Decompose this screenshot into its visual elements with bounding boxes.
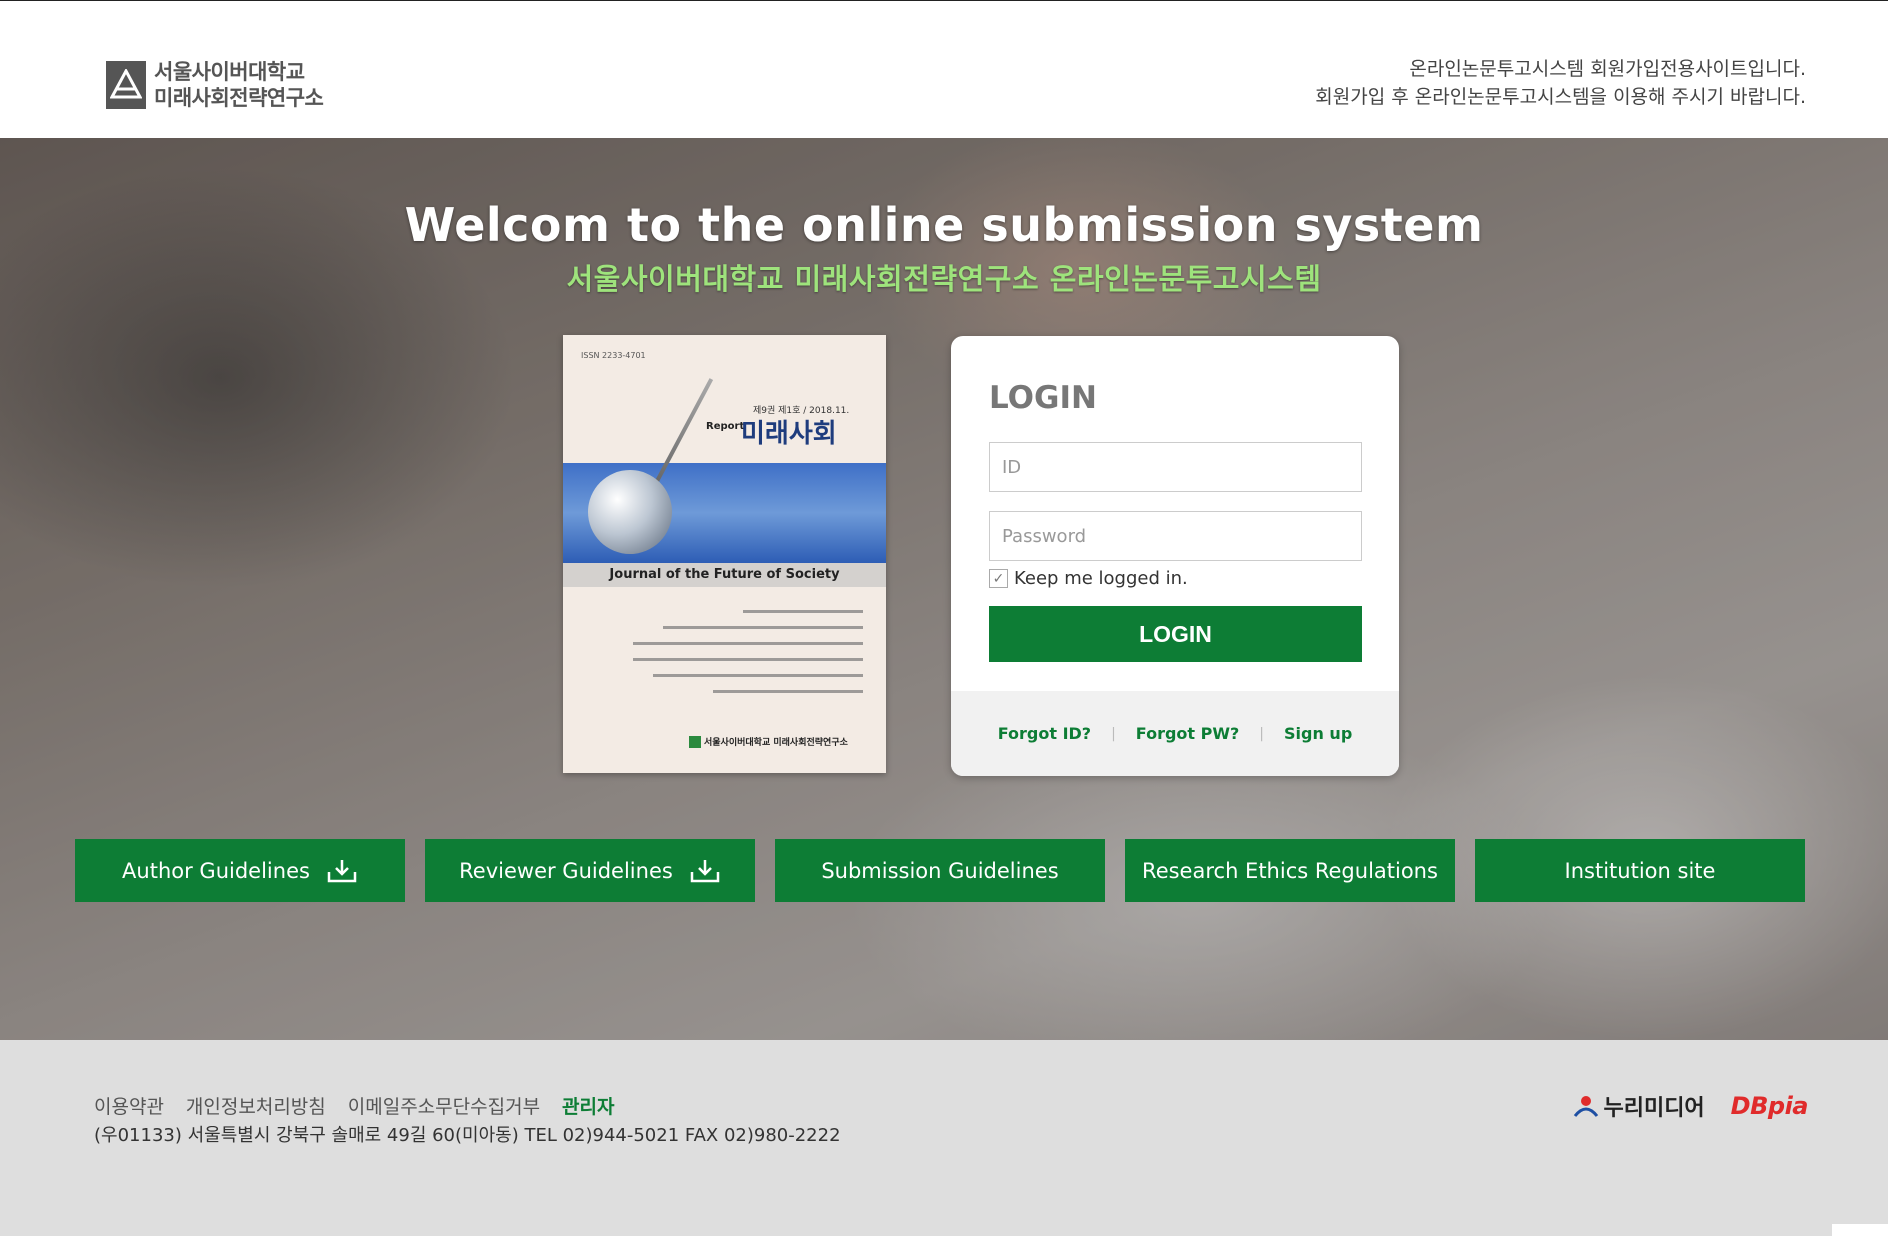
notice-line-2: 회원가입 후 온라인논문투고시스템을 이용해 주시기 바랍니다. bbox=[1315, 86, 1806, 108]
cover-globe bbox=[588, 470, 672, 554]
keep-logged-in-label: Keep me logged in. bbox=[1014, 568, 1188, 589]
footer-links: 이용약관 개인정보처리방침 이메일주소무단수집거부 관리자 bbox=[94, 1092, 615, 1119]
login-heading: LOGIN bbox=[989, 380, 1097, 416]
login-button[interactable]: LOGIN bbox=[989, 606, 1362, 662]
nurimedia-logo[interactable]: 누리미디어 bbox=[1573, 1090, 1705, 1122]
id-input[interactable] bbox=[989, 442, 1362, 492]
cover-journal-name: Journal of the Future of Society bbox=[563, 563, 886, 587]
logo-mark-icon bbox=[106, 61, 146, 109]
site-footer: 이용약관 개인정보처리방침 이메일주소무단수집거부 관리자 (우01133) 서… bbox=[0, 1040, 1888, 1236]
email-refusal-link[interactable]: 이메일주소무단수집거부 bbox=[348, 1092, 540, 1119]
keep-logged-in[interactable]: ✓ Keep me logged in. bbox=[989, 568, 1188, 589]
link-separator: | bbox=[1259, 725, 1264, 742]
cover-publisher-text: 서울사이버대학교 미래사회전략연구소 bbox=[704, 738, 848, 748]
terms-link[interactable]: 이용약관 bbox=[94, 1092, 164, 1119]
privacy-link[interactable]: 개인정보처리방침 bbox=[186, 1092, 326, 1119]
forgot-pw-link[interactable]: Forgot PW? bbox=[1136, 724, 1239, 743]
admin-link[interactable]: 관리자 bbox=[562, 1092, 614, 1119]
dbpia-logo[interactable]: DBpia bbox=[1731, 1092, 1809, 1120]
university-logo[interactable]: 서울사이버대학교 미래사회전략연구소 bbox=[106, 59, 324, 111]
partner-logos: 누리미디어 DBpia bbox=[1573, 1090, 1809, 1122]
nurimedia-mark-icon bbox=[1574, 1096, 1599, 1117]
site-header: 서울사이버대학교 미래사회전략연구소 온라인논문투고시스템 회원가입전용사이트입… bbox=[0, 1, 1888, 138]
hero-banner: Welcom to the online submission system 서… bbox=[0, 138, 1888, 1040]
login-links: Forgot ID? | Forgot PW? | Sign up bbox=[951, 691, 1399, 776]
logo-institute: 미래사회전략연구소 bbox=[154, 86, 324, 110]
header-notice: 온라인논문투고시스템 회원가입전용사이트입니다. 회원가입 후 온라인논문투고시… bbox=[1315, 55, 1806, 111]
link-separator: | bbox=[1111, 725, 1116, 742]
sign-up-link[interactable]: Sign up bbox=[1284, 724, 1352, 743]
notice-line-1: 온라인논문투고시스템 회원가입전용사이트입니다. bbox=[1409, 58, 1806, 80]
logo-university: 서울사이버대학교 bbox=[154, 60, 305, 84]
cover-title: 미래사회 bbox=[741, 419, 837, 449]
password-input[interactable] bbox=[989, 511, 1362, 561]
checkbox-icon[interactable]: ✓ bbox=[989, 569, 1008, 588]
cover-contents bbox=[623, 597, 863, 693]
journal-cover-image: ISSN 2233-4701 제9권 제1호 / 2018.11. Report… bbox=[563, 335, 886, 773]
nurimedia-text: 누리미디어 bbox=[1603, 1096, 1705, 1121]
cover-report: Report bbox=[706, 421, 745, 432]
forgot-id-link[interactable]: Forgot ID? bbox=[998, 724, 1091, 743]
cover-publisher: 서울사이버대학교 미래사회전략연구소 bbox=[689, 735, 848, 748]
footer-address: (우01133) 서울특별시 강북구 솔매로 49길 60(미아동) TEL 0… bbox=[94, 1125, 841, 1146]
cover-issn: ISSN 2233-4701 bbox=[581, 351, 646, 360]
hero-subtitle: 서울사이버대학교 미래사회전략연구소 온라인논문투고시스템 bbox=[566, 262, 1322, 296]
corner-patch bbox=[1832, 1224, 1888, 1236]
hero-title: Welcom to the online submission system bbox=[404, 198, 1484, 252]
login-panel: LOGIN ✓ Keep me logged in. LOGIN Forgot … bbox=[951, 336, 1399, 776]
